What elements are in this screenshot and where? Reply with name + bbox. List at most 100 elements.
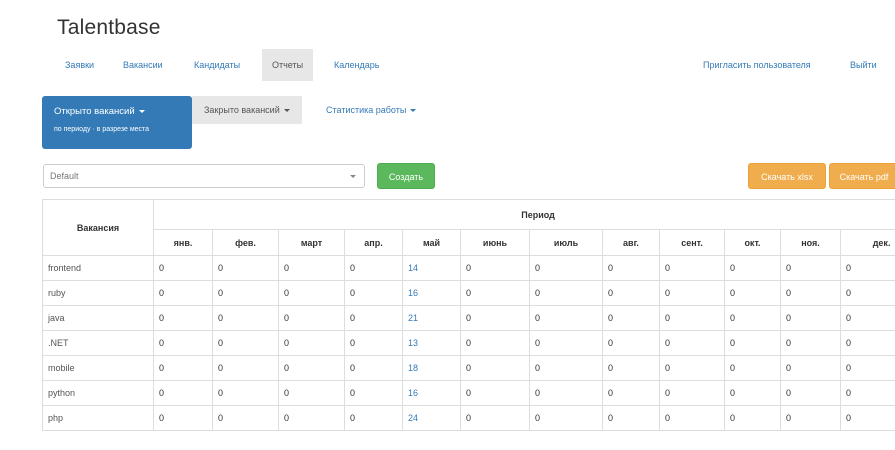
value-cell: 0 [659,305,725,331]
value-cell: 0 [460,380,530,406]
value-cell: 0 [212,380,279,406]
value-cell: 0 [724,255,781,281]
value-cell: 0 [344,355,403,381]
value-cell: 0 [529,280,603,306]
month-header: янв. [153,229,213,256]
value-cell: 0 [780,405,841,431]
table-row: ruby 0 0 0 0 16 0 0 0 0 0 0 0 [42,280,895,306]
caret-down-icon [410,109,417,113]
value-cell: 0 [529,355,603,381]
month-header: сент. [659,229,725,256]
value-cell: 0 [212,305,279,331]
value-cell: 0 [659,405,725,431]
vacancy-cell: php [42,405,154,431]
top-nav: Заявки Вакансии Кандидаты Отчеты Календа… [0,49,895,81]
vacancy-cell: java [42,305,154,331]
value-cell[interactable]: 18 [402,355,461,381]
table-row: python 0 0 0 0 16 0 0 0 0 0 0 0 [42,380,895,406]
value-cell: 0 [153,255,213,281]
month-header: апр. [344,229,403,256]
value-cell: 0 [780,305,841,331]
month-header: фев. [212,229,279,256]
nav-item-calendar[interactable]: Календарь [324,49,389,81]
table-row: mobile 0 0 0 0 18 0 0 0 0 0 0 0 [42,355,895,381]
template-select[interactable]: Default [43,164,365,188]
nav-item-vacancies[interactable]: Вакансии [113,49,173,81]
app-brand[interactable]: Talentbase [57,16,161,40]
value-cell: 0 [212,330,279,356]
value-cell: 0 [153,305,213,331]
value-cell: 0 [780,380,841,406]
tab-closed-vacancies[interactable]: Закрыто вакансий [192,96,302,124]
value-cell: 0 [724,330,781,356]
value-cell: 0 [278,355,345,381]
invite-user-link[interactable]: Пригласить пользователя [693,49,821,81]
nav-item-requests[interactable]: Заявки [55,49,104,81]
value-cell: 0 [278,330,345,356]
value-cell: 0 [724,380,781,406]
value-cell: 0 [460,405,530,431]
nav-item-candidates[interactable]: Кандидаты [184,49,250,81]
vacancy-cell: mobile [42,355,154,381]
value-cell: 0 [212,405,279,431]
value-cell: 0 [839,355,895,381]
value-cell: 0 [460,305,530,331]
value-cell: 0 [153,405,213,431]
value-cell: 0 [344,330,403,356]
logout-link[interactable]: Выйти [840,49,887,81]
table-row: frontend 0 0 0 0 14 0 0 0 0 0 0 0 [42,255,895,281]
month-header: июль [529,229,603,256]
value-cell: 0 [659,280,725,306]
value-cell: 0 [344,255,403,281]
month-header: май [402,229,461,256]
value-cell: 0 [659,355,725,381]
value-cell: 0 [602,330,660,356]
value-cell: 0 [344,305,403,331]
template-select-value: Default [50,171,79,181]
tab-closed-label: Закрыто вакансий [204,105,280,115]
tab-opened-label: Открыто вакансий [54,106,135,117]
value-cell: 0 [602,405,660,431]
chevron-down-icon [350,175,356,178]
report-table: Вакансия Период янв. фев. март апр. май … [42,198,895,431]
download-pdf-button[interactable]: Скачать pdf [829,163,895,189]
value-cell: 0 [724,405,781,431]
value-cell: 0 [212,355,279,381]
value-cell: 0 [278,280,345,306]
tab-opened-vacancies[interactable]: Открыто вакансий по периоду · в разрезе … [42,96,192,149]
value-cell: 0 [602,380,660,406]
value-cell[interactable]: 24 [402,405,461,431]
tab-opened-sublabel[interactable]: по периоду · в разрезе места [54,126,180,133]
value-cell[interactable]: 14 [402,255,461,281]
value-cell: 0 [344,280,403,306]
value-cell: 0 [839,330,895,356]
month-header: ноя. [780,229,841,256]
value-cell: 0 [602,305,660,331]
value-cell[interactable]: 13 [402,330,461,356]
vacancy-cell: ruby [42,280,154,306]
value-cell: 0 [659,380,725,406]
value-cell: 0 [153,280,213,306]
table-row: php 0 0 0 0 24 0 0 0 0 0 0 0 [42,405,895,431]
value-cell: 0 [780,355,841,381]
value-cell: 0 [529,380,603,406]
value-cell: 0 [278,255,345,281]
value-cell: 0 [780,255,841,281]
value-cell: 0 [724,305,781,331]
value-cell: 0 [839,280,895,306]
value-cell: 0 [278,405,345,431]
value-cell: 0 [278,380,345,406]
value-cell: 0 [212,255,279,281]
download-xlsx-button[interactable]: Скачать xlsx [748,163,826,189]
nav-item-reports[interactable]: Отчеты [262,49,314,81]
value-cell[interactable]: 16 [402,380,461,406]
caret-down-icon [283,109,290,113]
table-row: java 0 0 0 0 21 0 0 0 0 0 0 0 [42,305,895,331]
value-cell[interactable]: 16 [402,280,461,306]
create-button[interactable]: Создать [377,163,435,189]
value-cell: 0 [529,405,603,431]
tab-work-stats[interactable]: Статистика работы [318,96,424,124]
value-cell: 0 [724,280,781,306]
value-cell: 0 [460,280,530,306]
value-cell[interactable]: 21 [402,305,461,331]
